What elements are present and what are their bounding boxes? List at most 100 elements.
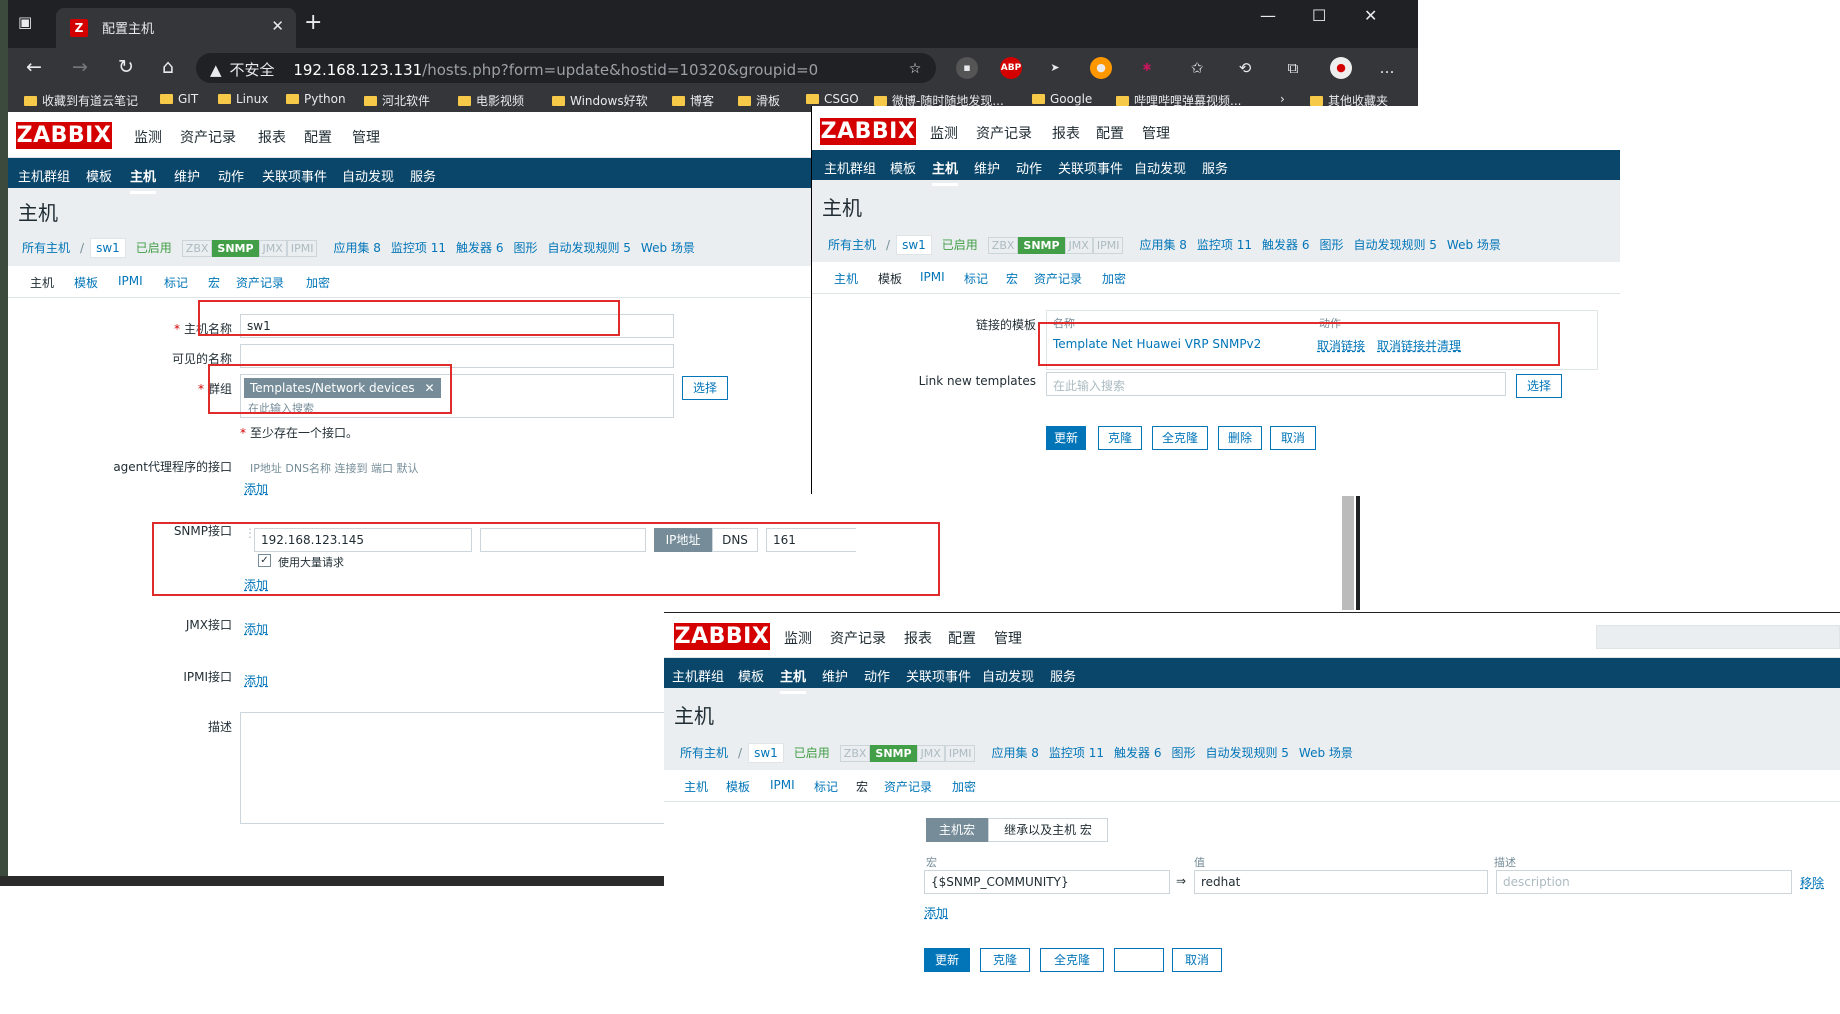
tab-encryption[interactable]: 加密 xyxy=(306,274,330,291)
submenu-discovery[interactable]: 自动发现 xyxy=(342,166,394,185)
browser-tab[interactable]: Z 配置主机 ✕ xyxy=(56,8,296,48)
submenu-services[interactable]: 服务 xyxy=(1050,666,1076,685)
submenu-hosts[interactable]: 主机 xyxy=(780,666,807,694)
macro-remove-link[interactable]: 移除 xyxy=(1800,874,1824,891)
select-groups-button[interactable]: 选择 xyxy=(682,376,728,400)
clone-button[interactable]: 克隆 xyxy=(1098,426,1142,450)
submenu-hostgroups[interactable]: 主机群组 xyxy=(18,166,70,185)
submenu-actions[interactable]: 动作 xyxy=(1016,158,1042,177)
tab-encryption[interactable]: 加密 xyxy=(1102,270,1126,287)
full-clone-button[interactable]: 全克隆 xyxy=(1152,426,1208,450)
tab-tags[interactable]: 标记 xyxy=(164,274,188,291)
tab-host[interactable]: 主机 xyxy=(834,270,858,287)
tab-templates[interactable]: 模板 xyxy=(871,270,909,299)
submenu-discovery[interactable]: 自动发现 xyxy=(982,666,1034,685)
crumb-web[interactable]: Web 场景 xyxy=(1447,238,1501,252)
submenu-hosts[interactable]: 主机 xyxy=(932,158,959,186)
new-tab-icon[interactable]: + xyxy=(304,10,322,35)
tab-host[interactable]: 主机 xyxy=(23,274,61,303)
menu-monitoring[interactable]: 监测 xyxy=(930,123,958,143)
url-bar[interactable]: ▲ 不安全 192.168.123.131/hosts.php?form=upda… xyxy=(196,53,936,83)
macro-value-input[interactable]: redhat xyxy=(1194,870,1488,894)
inherited-macros-toggle[interactable]: 继承以及主机 宏 xyxy=(988,818,1108,842)
full-clone-button[interactable]: 全克隆 xyxy=(1040,948,1104,972)
crumb-host[interactable]: sw1 xyxy=(748,743,784,763)
crumb-graphs[interactable]: 图形 xyxy=(513,241,537,255)
tab-inventory[interactable]: 资产记录 xyxy=(1034,270,1082,287)
bookmark-item[interactable]: 收藏到有道云笔记 xyxy=(24,92,138,109)
add-ipmi-link[interactable]: 添加 xyxy=(244,672,268,689)
cancel-button[interactable]: 取消 xyxy=(1270,426,1316,450)
tab-close-icon[interactable]: ✕ xyxy=(271,17,284,35)
delete-button[interactable]: 删除 xyxy=(1218,426,1262,450)
bookmark-item[interactable]: CSGO xyxy=(806,92,859,106)
menu-configuration[interactable]: 配置 xyxy=(948,628,976,666)
close-window-icon[interactable]: ✕ xyxy=(1364,6,1377,25)
maximize-icon[interactable]: ☐ xyxy=(1312,6,1326,25)
zabbix-logo[interactable]: ZABBIX xyxy=(16,122,112,149)
extension-icon[interactable]: ▪ xyxy=(956,57,978,79)
submenu-hosts[interactable]: 主机 xyxy=(130,166,157,194)
adblock-icon[interactable]: ABP xyxy=(1000,57,1022,79)
submenu-services[interactable]: 服务 xyxy=(1202,158,1228,177)
profile-avatar[interactable]: ● xyxy=(1330,57,1352,79)
menu-monitoring[interactable]: 监测 xyxy=(784,628,812,648)
tab-macros[interactable]: 宏 xyxy=(849,778,875,807)
submenu-correlation[interactable]: 关联项事件 xyxy=(1058,158,1123,177)
macro-name-input[interactable]: {$SNMP_COMMUNITY} xyxy=(924,870,1170,894)
menu-configuration[interactable]: 配置 xyxy=(1096,123,1124,161)
bookmark-item[interactable]: 河北软件 xyxy=(364,92,430,109)
more-menu-icon[interactable]: … xyxy=(1376,57,1398,79)
bookmark-item[interactable]: 博客 xyxy=(672,92,714,109)
submenu-templates[interactable]: 模板 xyxy=(86,166,112,185)
submenu-hostgroups[interactable]: 主机群组 xyxy=(824,158,876,177)
zabbix-logo[interactable]: ZABBIX xyxy=(674,623,770,650)
submenu-correlation[interactable]: 关联项事件 xyxy=(262,166,327,185)
cancel-button[interactable]: 取消 xyxy=(1172,948,1222,972)
tab-tags[interactable]: 标记 xyxy=(964,270,988,287)
delete-button[interactable] xyxy=(1114,948,1164,972)
favorite-star-icon[interactable]: ☆ xyxy=(904,58,926,80)
bookmark-item[interactable]: Python xyxy=(286,92,346,106)
crumb-discovery[interactable]: 自动发现规则 5 xyxy=(1205,746,1288,760)
tab-inventory[interactable]: 资产记录 xyxy=(884,778,932,795)
tab-tags[interactable]: 标记 xyxy=(814,778,838,795)
crumb-web[interactable]: Web 场景 xyxy=(641,241,695,255)
menu-monitoring[interactable]: 监测 xyxy=(134,127,162,147)
bookmark-item[interactable]: GIT xyxy=(160,92,198,106)
crumb-items[interactable]: 监控项 11 xyxy=(391,241,446,255)
submenu-actions[interactable]: 动作 xyxy=(218,166,244,185)
zabbix-logo[interactable]: ZABBIX xyxy=(820,118,916,145)
tab-templates[interactable]: 模板 xyxy=(726,778,750,795)
minimize-icon[interactable]: — xyxy=(1260,6,1276,25)
crumb-triggers[interactable]: 触发器 6 xyxy=(1114,746,1161,760)
menu-configuration[interactable]: 配置 xyxy=(304,127,332,165)
update-button[interactable]: 更新 xyxy=(924,948,970,972)
menu-reports[interactable]: 报表 xyxy=(258,127,286,147)
status-badge[interactable]: 已启用 xyxy=(942,238,978,252)
bookmarks-overflow-icon[interactable]: › xyxy=(1280,92,1285,106)
tab-ipmi[interactable]: IPMI xyxy=(118,274,143,288)
submenu-correlation[interactable]: 关联项事件 xyxy=(906,666,971,685)
tab-macros[interactable]: 宏 xyxy=(1006,270,1018,287)
crumb-host[interactable]: sw1 xyxy=(90,238,126,258)
crumb-graphs[interactable]: 图形 xyxy=(1171,746,1195,760)
menu-administration[interactable]: 管理 xyxy=(352,127,380,147)
tab-inventory[interactable]: 资产记录 xyxy=(236,274,284,291)
crumb-web[interactable]: Web 场景 xyxy=(1299,746,1353,760)
status-badge[interactable]: 已启用 xyxy=(794,746,830,760)
crumb-apps[interactable]: 应用集 8 xyxy=(991,746,1038,760)
submenu-templates[interactable]: 模板 xyxy=(890,158,916,177)
menu-reports[interactable]: 报表 xyxy=(904,628,932,648)
select-template-button[interactable]: 选择 xyxy=(1516,374,1562,398)
bookmark-item[interactable]: 电影视频 xyxy=(458,92,524,109)
reload-icon[interactable]: ↻ xyxy=(118,56,134,78)
macro-description-input[interactable]: description xyxy=(1496,870,1792,894)
submenu-services[interactable]: 服务 xyxy=(410,166,436,185)
menu-administration[interactable]: 管理 xyxy=(994,628,1022,648)
tab-encryption[interactable]: 加密 xyxy=(952,778,976,795)
history-icon[interactable]: ⟲ xyxy=(1234,57,1256,79)
submenu-templates[interactable]: 模板 xyxy=(738,666,764,685)
tab-ipmi[interactable]: IPMI xyxy=(920,270,945,284)
tab-templates[interactable]: 模板 xyxy=(74,274,98,291)
